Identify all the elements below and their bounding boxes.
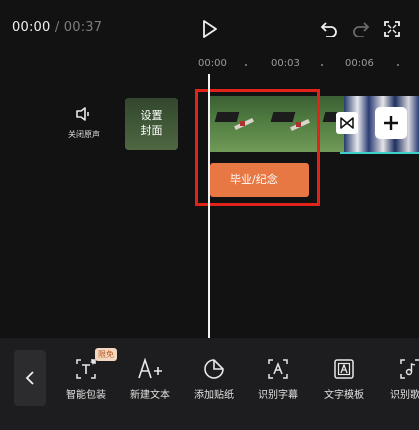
undo-icon bbox=[320, 22, 337, 37]
top-bar: 00:00 / 00:37 bbox=[0, 0, 419, 56]
smart-package-icon bbox=[76, 359, 96, 379]
fullscreen-icon bbox=[384, 21, 400, 37]
redo-button[interactable] bbox=[350, 18, 372, 40]
speaker-icon bbox=[76, 107, 89, 121]
sticker-icon bbox=[204, 359, 224, 379]
back-button[interactable] bbox=[14, 350, 46, 406]
fullscreen-button[interactable] bbox=[381, 18, 403, 40]
ruler-label-1: 00:03 bbox=[271, 58, 300, 69]
transition-button[interactable] bbox=[336, 112, 358, 134]
cover-label-line2: 封面 bbox=[140, 124, 163, 137]
tool-label: 文字模板 bbox=[324, 390, 364, 401]
recognize-subtitle-icon bbox=[268, 359, 288, 379]
tool-label: 识别歌 bbox=[390, 390, 419, 401]
tool-new-text[interactable]: 新建文本 bbox=[120, 356, 180, 401]
undo-button[interactable] bbox=[318, 18, 340, 40]
play-button[interactable] bbox=[198, 17, 222, 41]
cover-label-line1: 设置 bbox=[140, 109, 163, 122]
plus-icon bbox=[384, 116, 398, 130]
add-clip-button[interactable] bbox=[375, 107, 407, 139]
total-time: 00:37 bbox=[63, 20, 103, 35]
text-template-icon bbox=[334, 359, 354, 379]
mute-original-button[interactable]: 关闭原声 bbox=[64, 106, 104, 146]
ruler-dot bbox=[321, 64, 323, 66]
add-text-icon bbox=[138, 357, 162, 379]
recognize-lyrics-icon bbox=[400, 359, 419, 379]
tool-text-template[interactable]: 文字模板 bbox=[314, 356, 374, 401]
free-badge: 限免 bbox=[95, 348, 117, 361]
tool-label: 新建文本 bbox=[130, 390, 170, 401]
mute-label: 关闭原声 bbox=[68, 130, 100, 139]
ruler-dot bbox=[397, 64, 399, 66]
tool-label: 智能包装 bbox=[66, 390, 106, 401]
timeline-ruler: 00:00 00:03 00:06 bbox=[190, 56, 419, 74]
tool-recognize-subtitle[interactable]: 识别字幕 bbox=[248, 356, 308, 401]
ruler-dot bbox=[245, 64, 247, 66]
time-separator: / bbox=[54, 20, 60, 35]
bowtie-icon bbox=[340, 117, 354, 129]
ruler-label-2: 00:06 bbox=[345, 58, 374, 69]
editor-screen: 00:00 / 00:37 00:00 00:03 00:06 关闭原声 设置 … bbox=[0, 0, 419, 430]
playhead[interactable] bbox=[208, 74, 210, 339]
current-time: 00:00 bbox=[12, 20, 51, 35]
ruler-label-0: 00:00 bbox=[198, 58, 227, 69]
tool-add-sticker[interactable]: 添加贴纸 bbox=[184, 356, 244, 401]
set-cover-button[interactable]: 设置 封面 bbox=[125, 98, 178, 150]
audio-track-line bbox=[340, 152, 419, 154]
time-display: 00:00 / 00:37 bbox=[12, 20, 102, 35]
redo-icon bbox=[353, 22, 370, 37]
tool-smart-package[interactable]: 智能包装 bbox=[56, 356, 116, 401]
play-icon bbox=[203, 20, 217, 38]
tool-label: 识别字幕 bbox=[258, 390, 298, 401]
chevron-left-icon bbox=[25, 371, 34, 385]
highlight-box bbox=[195, 89, 320, 206]
tool-label: 添加贴纸 bbox=[194, 390, 234, 401]
tool-recognize-lyrics[interactable]: 识别歌 bbox=[378, 356, 419, 401]
